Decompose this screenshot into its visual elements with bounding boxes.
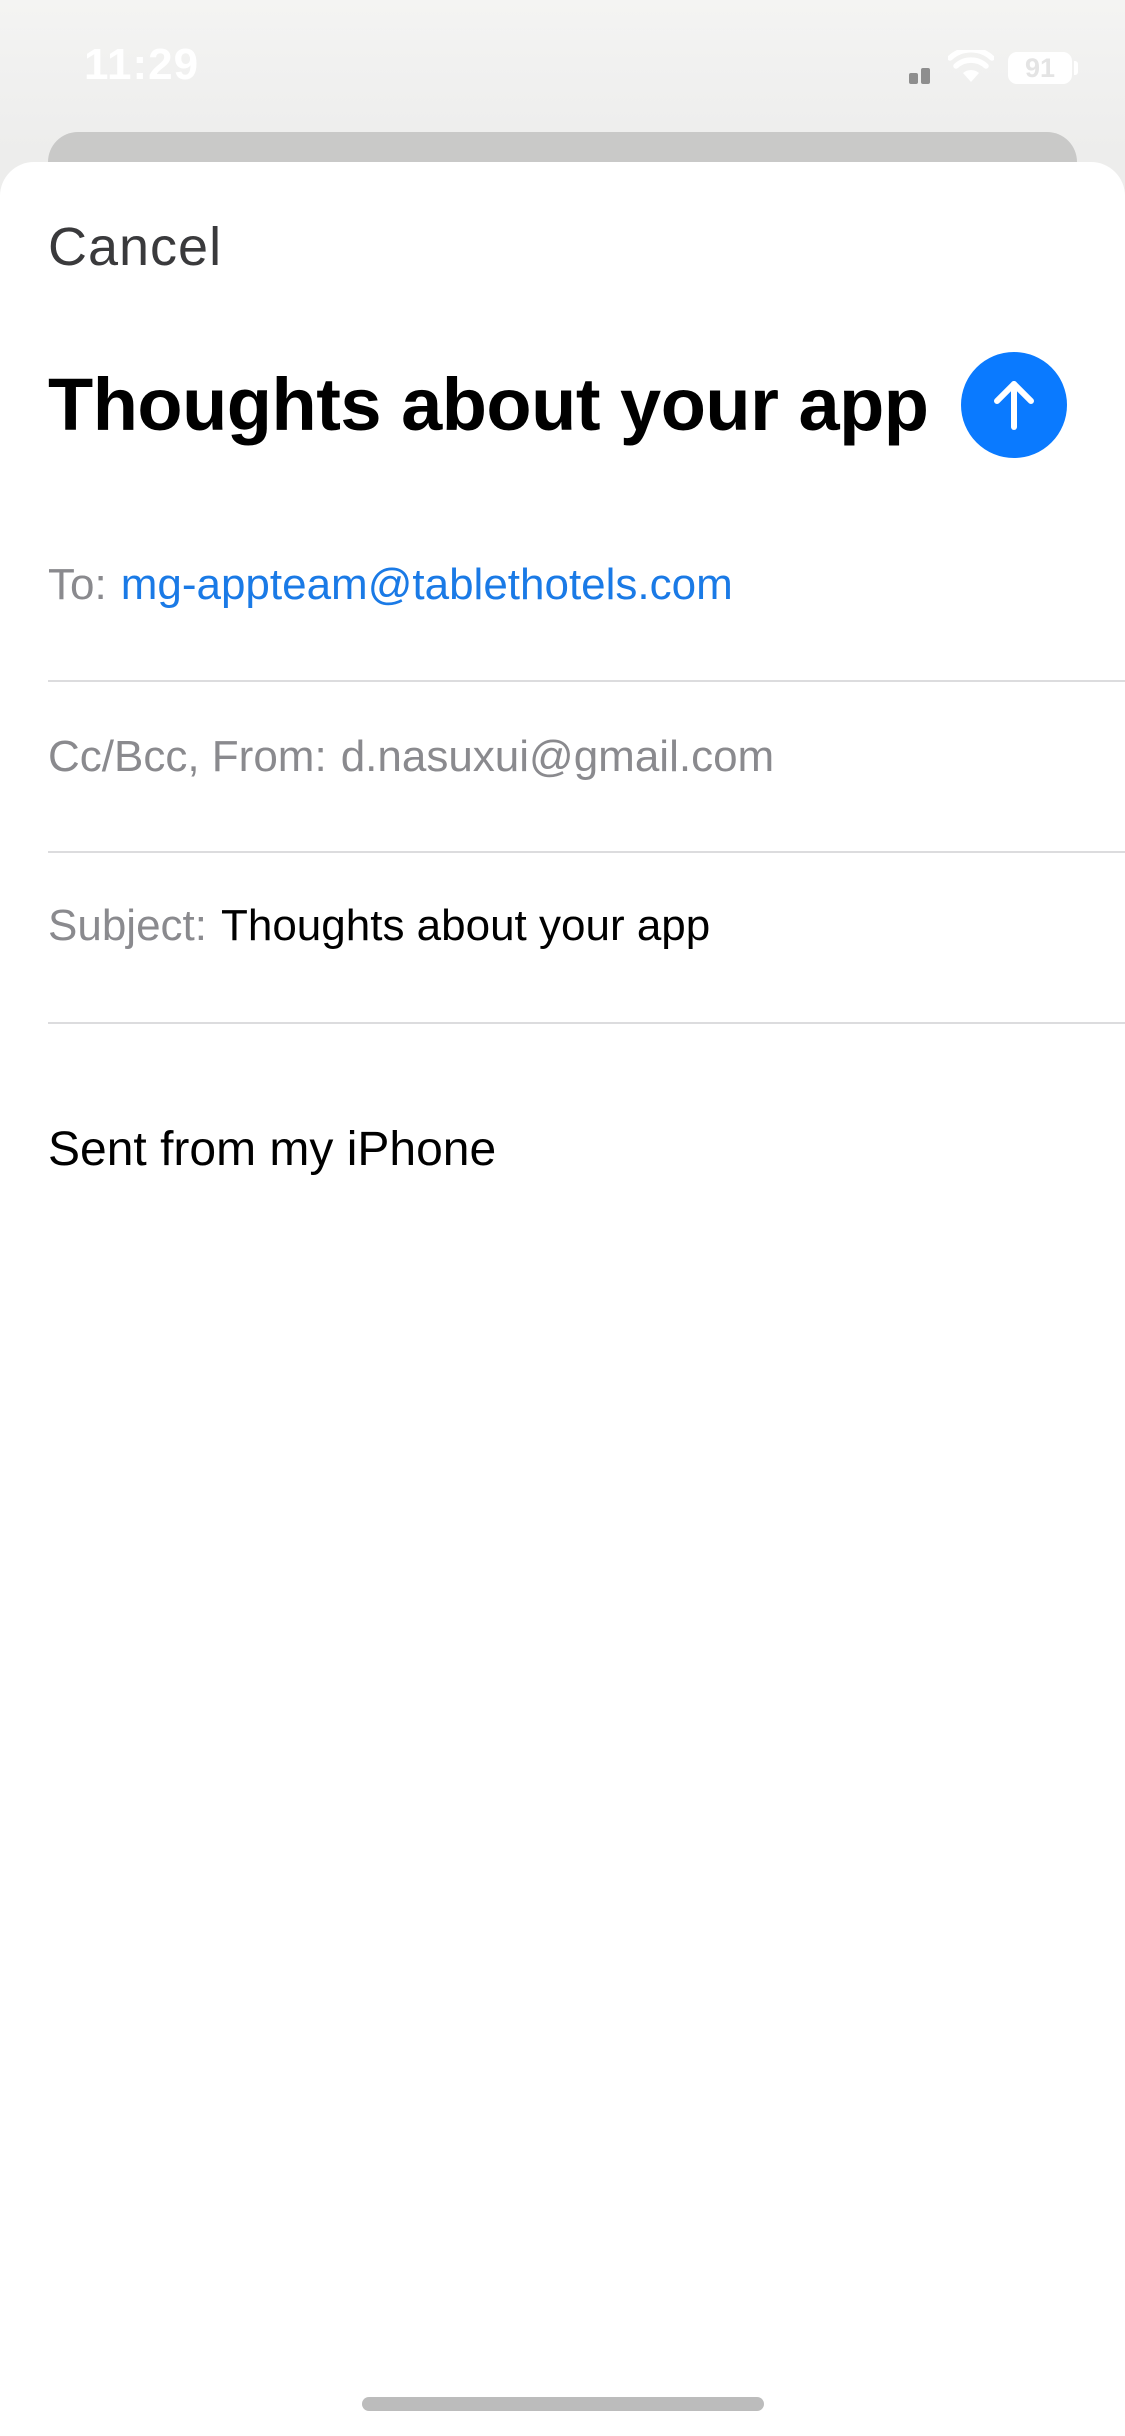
status-time: 11:29: [84, 40, 200, 89]
status-bar: 11:29 91: [0, 0, 1125, 140]
cellular-signal-icon: [909, 66, 933, 84]
cc-bcc-from-label: Cc/Bcc, From:: [48, 732, 327, 781]
compose-sheet: Cancel Thoughts about your app To: mg-app…: [0, 162, 1125, 2436]
wifi-icon: [948, 50, 994, 82]
subject-input[interactable]: Thoughts about your app: [221, 901, 710, 950]
mail-compose-screen: 11:29 91 Cancel Thoughts about your app …: [0, 0, 1125, 2436]
message-body[interactable]: Sent from my iPhone: [48, 1122, 496, 1177]
divider: [48, 1022, 1125, 1024]
home-indicator[interactable]: [362, 2397, 764, 2411]
to-recipient[interactable]: mg-appteam@tablethotels.com: [121, 560, 733, 609]
from-address[interactable]: d.nasuxui@gmail.com: [341, 732, 775, 781]
divider: [48, 680, 1125, 682]
divider: [48, 851, 1125, 853]
battery-tip: [1074, 61, 1078, 75]
to-label: To:: [48, 560, 107, 609]
to-field[interactable]: To: mg-appteam@tablethotels.com: [48, 560, 1125, 610]
compose-title: Thoughts about your app: [48, 363, 929, 446]
battery-icon: 91: [1008, 52, 1072, 84]
cc-bcc-from-field[interactable]: Cc/Bcc, From: d.nasuxui@gmail.com: [48, 732, 1125, 782]
subject-label: Subject:: [48, 901, 207, 950]
subject-field[interactable]: Subject: Thoughts about your app: [48, 901, 1125, 951]
send-button[interactable]: [961, 352, 1067, 458]
cancel-button[interactable]: Cancel: [48, 216, 222, 278]
arrow-up-icon: [994, 381, 1034, 430]
